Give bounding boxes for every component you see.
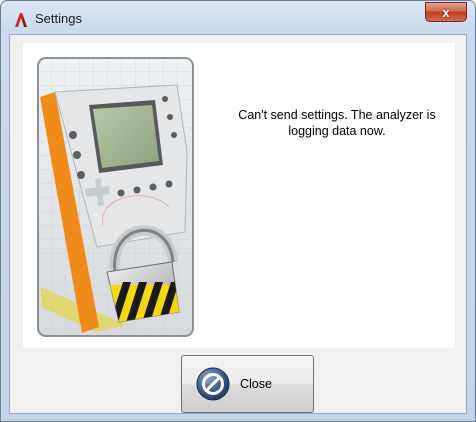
prohibited-icon — [196, 367, 230, 401]
title-bar[interactable]: Settings x — [1, 1, 475, 35]
message-panel: Can't send settings. The analyzer is log… — [23, 43, 455, 348]
close-button-label: Close — [240, 377, 272, 391]
error-message: Can't send settings. The analyzer is log… — [238, 108, 436, 138]
dialog-client-area: Can't send settings. The analyzer is log… — [9, 34, 467, 414]
locked-analyzer-illustration — [37, 57, 194, 337]
close-icon: x — [442, 4, 450, 20]
window-title: Settings — [35, 11, 82, 26]
close-button[interactable]: Close — [181, 355, 314, 413]
app-logo-icon — [15, 13, 27, 27]
window-close-button[interactable]: x — [425, 2, 467, 22]
settings-dialog-window: Settings x Can't send settings. The anal… — [0, 0, 476, 422]
